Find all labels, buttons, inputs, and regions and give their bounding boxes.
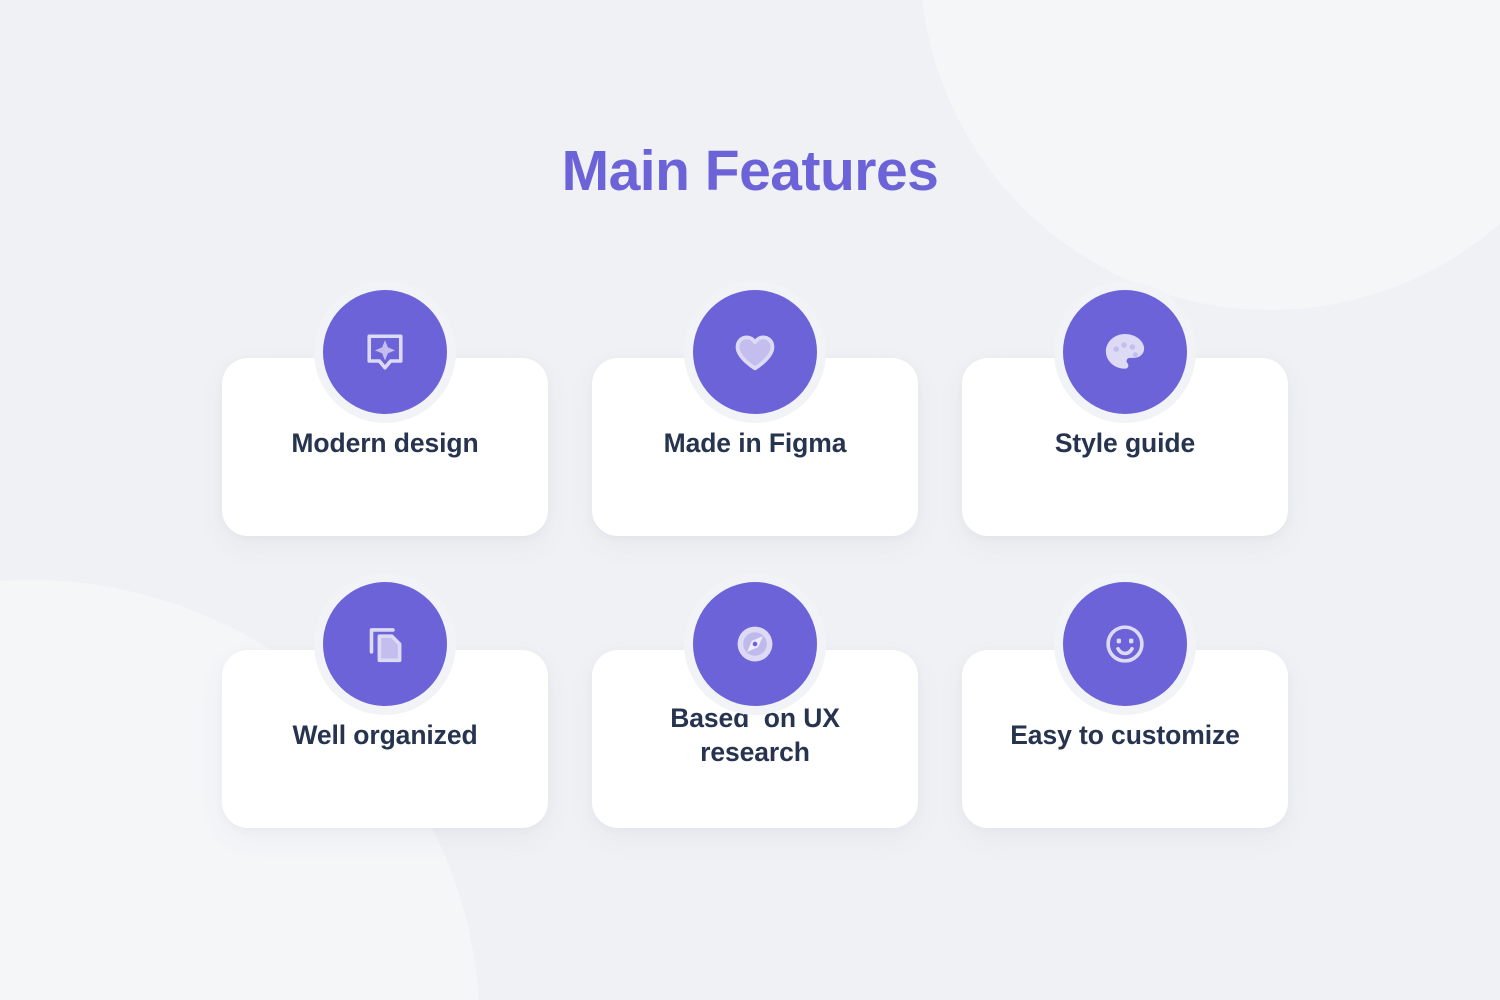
feature-card[interactable]: Style guide xyxy=(962,290,1288,536)
page-title: Main Features xyxy=(561,139,939,203)
compass-icon xyxy=(693,582,817,706)
feature-card[interactable]: Easy to customize xyxy=(962,582,1288,828)
feature-card[interactable]: Based on UX research xyxy=(592,582,918,828)
feature-card[interactable]: Made in Figma xyxy=(592,290,918,536)
smiley-face-icon xyxy=(1063,582,1187,706)
feature-showcase-page: Main Features Modern design Made in Figm… xyxy=(0,0,1500,1000)
feature-card-label: Style guide xyxy=(1054,428,1196,459)
feature-card[interactable]: Modern design xyxy=(222,290,548,536)
copy-documents-icon xyxy=(323,582,447,706)
feature-card-label: Made in Figma xyxy=(663,428,847,459)
feature-card-grid: Modern design Made in Figma Style guide … xyxy=(222,290,1288,828)
feature-card-label: Well organized xyxy=(292,720,478,751)
feature-card-label: Modern design xyxy=(291,428,479,459)
palette-icon xyxy=(1063,290,1187,414)
feature-card-label: Easy to customize xyxy=(1010,720,1240,751)
feature-card-label: Based on UX research xyxy=(670,703,840,767)
heart-icon xyxy=(693,290,817,414)
sparkle-chat-icon xyxy=(323,290,447,414)
feature-card[interactable]: Well organized xyxy=(222,582,548,828)
